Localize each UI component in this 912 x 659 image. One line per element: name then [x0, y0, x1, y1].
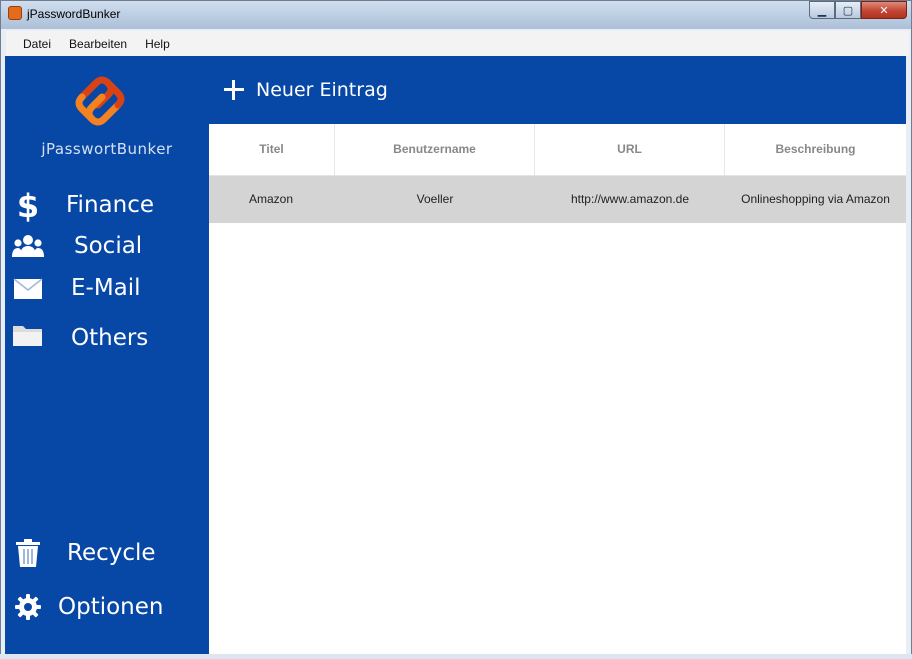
cell-beschreibung: Onlineshopping via Amazon [741, 192, 890, 206]
column-header-benutzername[interactable]: Benutzername [335, 124, 535, 175]
cell-titel: Amazon [248, 192, 294, 206]
envelope-icon [11, 272, 45, 306]
window-controls: ▁ ▢ ✕ [809, 1, 907, 21]
column-header-url[interactable]: URL [535, 124, 725, 175]
main-content: Neuer Eintrag Titel Benutzername URL Bes… [209, 56, 906, 654]
window-frame-bottom [0, 654, 912, 659]
sidebar-item-label: Others [71, 325, 149, 351]
menu-help[interactable]: Help [136, 37, 179, 51]
window-title: jPasswordBunker [27, 7, 121, 21]
close-button[interactable]: ✕ [861, 1, 907, 19]
sidebar-item-label: Optionen [58, 594, 164, 620]
menu-datei[interactable]: Datei [14, 37, 60, 51]
sidebar-item-label: Recycle [67, 540, 156, 566]
cell-benutzername: Voeller [416, 192, 454, 206]
toolbar: Neuer Eintrag [209, 56, 906, 124]
new-entry-label: Neuer Eintrag [256, 79, 388, 101]
app-icon [8, 6, 22, 20]
table-header: Titel Benutzername URL Beschreibung [209, 124, 906, 176]
column-header-titel[interactable]: Titel [209, 124, 335, 175]
people-icon [11, 229, 45, 263]
table-row[interactable]: Amazon Voeller http://www.amazon.de Onli… [209, 176, 906, 223]
menu-bar: Datei Bearbeiten Help [6, 31, 909, 58]
plus-icon [223, 79, 245, 101]
window-frame-right [906, 56, 910, 654]
brand-name: jPasswortBunker [41, 140, 173, 158]
cell-url: http://www.amazon.de [570, 192, 690, 206]
dollar-icon: $ [16, 187, 40, 225]
logo-icon [75, 76, 125, 126]
maximize-button[interactable]: ▢ [835, 1, 861, 19]
column-header-beschreibung[interactable]: Beschreibung [725, 124, 906, 175]
menu-bearbeiten[interactable]: Bearbeiten [60, 37, 136, 51]
sidebar-item-social[interactable]: Social [5, 227, 209, 267]
sidebar-item-finance[interactable]: $ Finance [5, 186, 209, 226]
sidebar-item-optionen[interactable]: Optionen [5, 587, 209, 627]
sidebar-item-label: Social [74, 233, 143, 259]
sidebar-item-recycle[interactable]: Recycle [5, 533, 209, 573]
sidebar-item-label: E-Mail [71, 275, 141, 301]
sidebar-item-label: Finance [66, 192, 154, 218]
title-bar: jPasswordBunker ▁ ▢ ✕ [1, 1, 911, 29]
new-entry-button[interactable]: Neuer Eintrag [223, 73, 388, 107]
trash-icon [11, 536, 45, 570]
gear-icon [11, 590, 45, 624]
minimize-button[interactable]: ▁ [809, 1, 835, 19]
sidebar: jPasswortBunker $ Finance Social E-Mail … [5, 56, 209, 654]
folder-icon [11, 318, 45, 352]
sidebar-item-others[interactable]: Others [5, 318, 209, 358]
sidebar-item-email[interactable]: E-Mail [5, 269, 209, 309]
